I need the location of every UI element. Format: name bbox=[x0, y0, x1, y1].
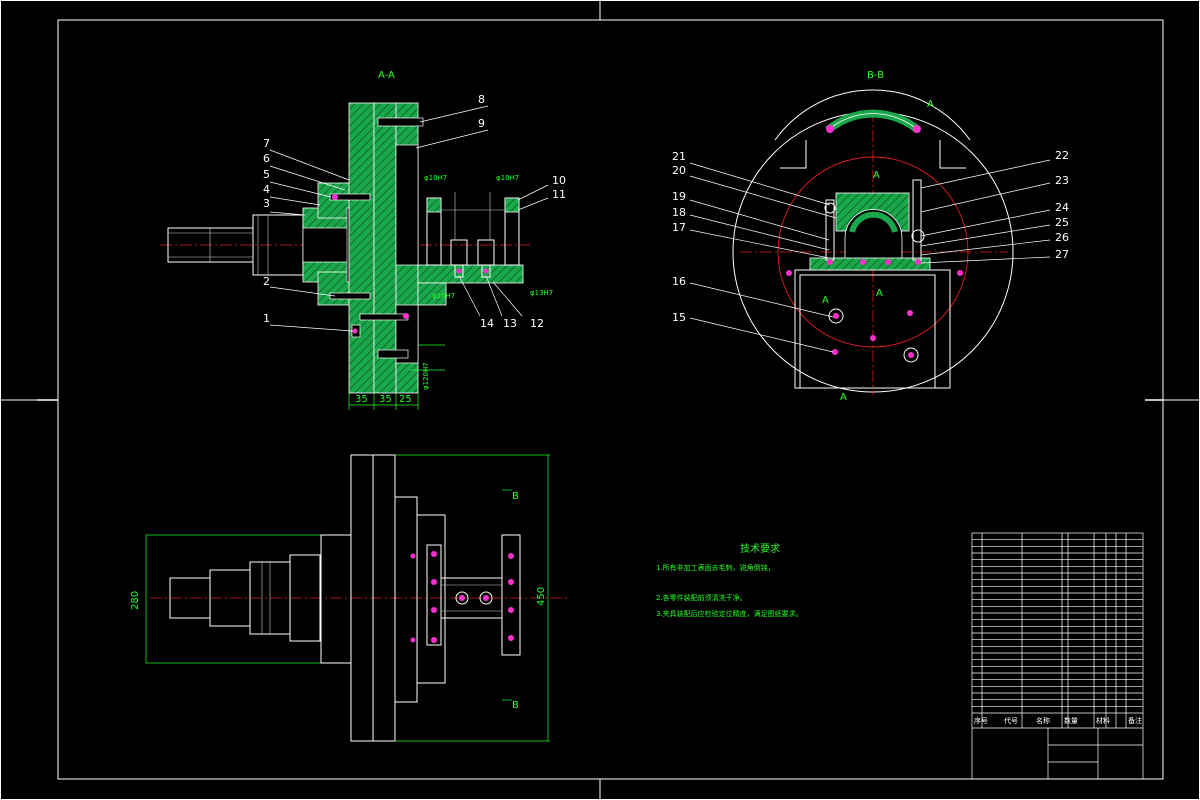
part-number-20: 20 bbox=[672, 164, 686, 177]
title-block: 序号 代号 名称 数量 材料 备注 bbox=[971, 532, 1144, 780]
view-b-marker: B bbox=[512, 491, 519, 502]
part-number-7: 7 bbox=[263, 137, 270, 150]
tech-requirement-2: 2.各零件装配前须清洗干净。 bbox=[656, 593, 747, 602]
part-number-18: 18 bbox=[672, 206, 686, 219]
part-number-21: 21 bbox=[672, 150, 686, 163]
cad-drawing-sheet: A-A φ60H7 bbox=[0, 0, 1200, 800]
part-number-16: 16 bbox=[672, 275, 686, 288]
svg-text:B: B bbox=[512, 700, 519, 711]
svg-text:A: A bbox=[876, 288, 883, 299]
bom-header-code: 代号 bbox=[1004, 716, 1018, 725]
tech-requirement-1: 1.所有非加工表面去毛刺，锐角倒钝， bbox=[656, 563, 775, 572]
dim-280: 280 bbox=[130, 591, 141, 610]
part-number-14: 14 bbox=[480, 317, 494, 330]
part-number-24: 24 bbox=[1055, 201, 1069, 214]
svg-text:A: A bbox=[840, 392, 847, 403]
svg-text:φ16H7: φ16H7 bbox=[432, 292, 455, 300]
bom-header-no: 序号 bbox=[974, 716, 988, 725]
dim-25: 25 bbox=[399, 394, 412, 405]
part-number-10: 10 bbox=[552, 174, 566, 187]
part-number-22: 22 bbox=[1055, 149, 1069, 162]
part-number-25: 25 bbox=[1055, 216, 1069, 229]
tech-requirements-title: 技术要求 bbox=[740, 542, 780, 555]
view-a-marker: A bbox=[822, 295, 829, 306]
svg-text:φ10H7: φ10H7 bbox=[424, 174, 447, 182]
part-number-9: 9 bbox=[478, 117, 485, 130]
svg-text:A: A bbox=[927, 99, 934, 110]
part-number-1: 1 bbox=[263, 312, 270, 325]
bom-header-material: 材料 bbox=[1096, 716, 1110, 725]
section-bb-view: B-B A A A A A 21 20 19 18 17 16 15 22 23… bbox=[672, 70, 1069, 403]
part-number-11: 11 bbox=[552, 188, 566, 201]
bom-header-qty: 数量 bbox=[1064, 716, 1078, 725]
part-number-19: 19 bbox=[672, 190, 686, 203]
dim-450: 450 bbox=[536, 587, 547, 606]
part-number-17: 17 bbox=[672, 221, 686, 234]
bom-header-remark: 备注 bbox=[1128, 716, 1142, 725]
part-number-23: 23 bbox=[1055, 174, 1069, 187]
svg-text:φ13H7: φ13H7 bbox=[530, 289, 553, 297]
part-number-3: 3 bbox=[263, 197, 270, 210]
part-number-5: 5 bbox=[263, 168, 270, 181]
part-number-8: 8 bbox=[478, 93, 485, 106]
section-aa-title: A-A bbox=[378, 70, 395, 81]
part-number-12: 12 bbox=[530, 317, 544, 330]
svg-text:φ10H7: φ10H7 bbox=[496, 174, 519, 182]
part-number-2: 2 bbox=[263, 275, 270, 288]
section-bb-title: B-B bbox=[867, 70, 884, 81]
bom-header-name: 名称 bbox=[1036, 716, 1050, 725]
top-view: 280 450 B B bbox=[130, 454, 570, 742]
part-number-4: 4 bbox=[263, 183, 270, 196]
part-number-26: 26 bbox=[1055, 231, 1069, 244]
svg-text:A: A bbox=[873, 170, 880, 181]
tech-requirements: 技术要求 1.所有非加工表面去毛刺，锐角倒钝， 2.各零件装配前须清洗干净。 3… bbox=[656, 542, 803, 618]
tech-requirement-3: 3.夹具装配后应检验定位精度，满足图纸要求。 bbox=[656, 609, 803, 618]
dim-35-b: 35 bbox=[379, 394, 392, 405]
dim-35-a: 35 bbox=[355, 394, 368, 405]
part-number-27: 27 bbox=[1055, 248, 1069, 261]
part-number-6: 6 bbox=[263, 152, 270, 165]
part-number-13: 13 bbox=[503, 317, 517, 330]
part-number-15: 15 bbox=[672, 311, 686, 324]
svg-text:φ120H7: φ120H7 bbox=[422, 362, 430, 390]
section-aa-view: A-A φ60H7 bbox=[160, 70, 566, 410]
